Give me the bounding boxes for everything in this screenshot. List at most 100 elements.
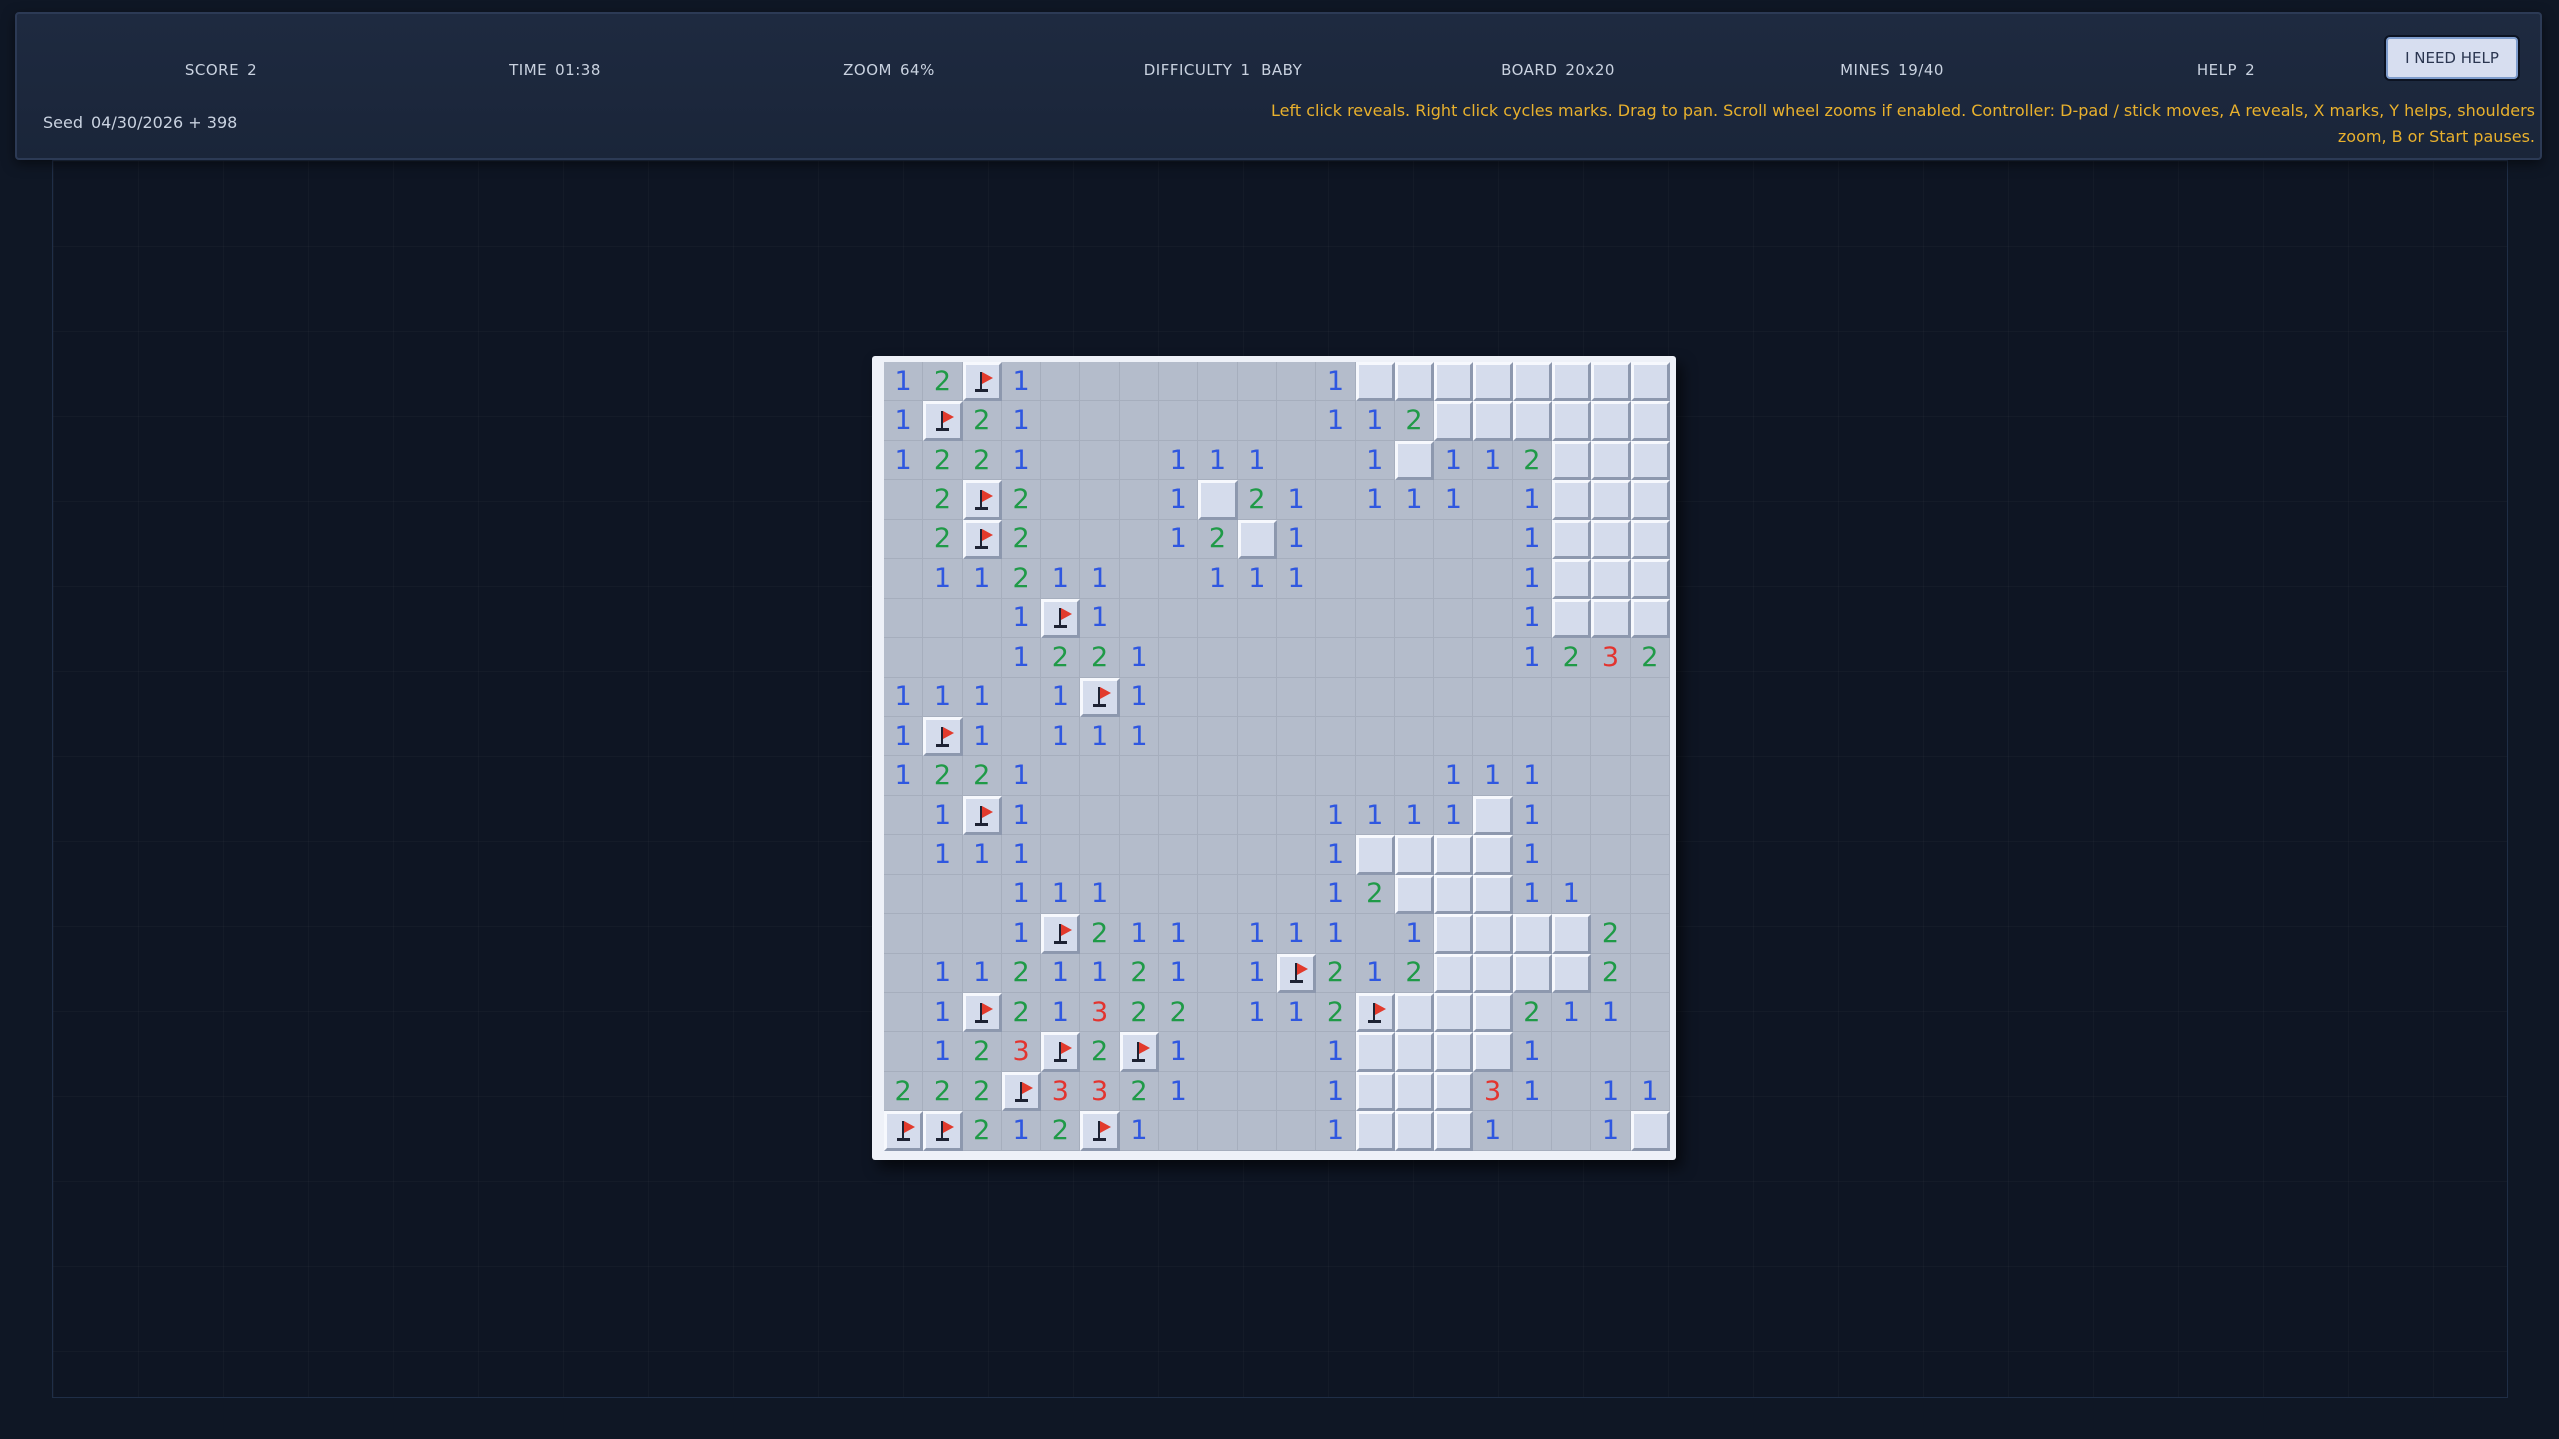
number-cell[interactable]: 1 — [1316, 835, 1356, 875]
number-cell[interactable]: 1 — [1316, 401, 1356, 441]
revealed-empty-cell[interactable] — [884, 953, 924, 993]
number-cell[interactable]: 2 — [1001, 953, 1042, 993]
revealed-empty-cell[interactable] — [1119, 598, 1160, 639]
number-cell[interactable]: 1 — [1237, 993, 1277, 1033]
number-cell[interactable]: 1 — [1434, 480, 1474, 520]
revealed-empty-cell[interactable] — [1119, 401, 1160, 441]
number-cell[interactable]: 1 — [923, 993, 963, 1033]
number-cell[interactable]: 1 — [923, 795, 963, 836]
revealed-empty-cell[interactable] — [1276, 1111, 1317, 1151]
revealed-empty-cell[interactable] — [1041, 440, 1081, 481]
revealed-empty-cell[interactable] — [1119, 795, 1160, 836]
hidden-cell[interactable] — [1355, 1071, 1395, 1112]
hidden-cell[interactable] — [1394, 1032, 1435, 1072]
number-cell[interactable]: 1 — [1119, 677, 1160, 717]
minesweeper-board[interactable]: 1211121112122111111122212111112212111121… — [884, 362, 1670, 1151]
revealed-empty-cell[interactable] — [1198, 716, 1238, 757]
revealed-empty-cell[interactable] — [1159, 716, 1199, 757]
revealed-empty-cell[interactable] — [1630, 914, 1670, 954]
hidden-cell[interactable] — [1355, 835, 1395, 875]
number-cell[interactable]: 1 — [1041, 874, 1081, 915]
revealed-empty-cell[interactable] — [1316, 756, 1356, 796]
revealed-empty-cell[interactable] — [1276, 1071, 1317, 1112]
revealed-empty-cell[interactable] — [1237, 1111, 1277, 1151]
number-cell[interactable]: 2 — [1119, 993, 1160, 1033]
number-cell[interactable]: 3 — [1041, 1071, 1081, 1112]
number-cell[interactable]: 1 — [1355, 480, 1395, 520]
revealed-empty-cell[interactable] — [884, 638, 924, 678]
number-cell[interactable]: 1 — [1512, 1071, 1553, 1112]
number-cell[interactable]: 1 — [1041, 993, 1081, 1033]
revealed-empty-cell[interactable] — [1198, 835, 1238, 875]
revealed-empty-cell[interactable] — [1119, 519, 1160, 560]
revealed-empty-cell[interactable] — [1159, 1111, 1199, 1151]
revealed-empty-cell[interactable] — [1237, 401, 1277, 441]
number-cell[interactable]: 1 — [1355, 795, 1395, 836]
hidden-cell[interactable] — [1434, 993, 1474, 1033]
number-cell[interactable]: 1 — [1591, 993, 1631, 1033]
number-cell[interactable]: 1 — [1041, 716, 1081, 757]
number-cell[interactable]: 2 — [1198, 519, 1238, 560]
number-cell[interactable]: 1 — [1159, 1032, 1199, 1072]
revealed-empty-cell[interactable] — [1159, 559, 1199, 599]
revealed-empty-cell[interactable] — [1041, 480, 1081, 520]
revealed-empty-cell[interactable] — [962, 874, 1002, 915]
hidden-cell[interactable] — [1552, 401, 1592, 441]
number-cell[interactable]: 1 — [1119, 914, 1160, 954]
number-cell[interactable]: 1 — [1355, 401, 1395, 441]
revealed-empty-cell[interactable] — [1159, 835, 1199, 875]
revealed-empty-cell[interactable] — [1198, 1032, 1238, 1072]
revealed-empty-cell[interactable] — [1237, 1071, 1277, 1112]
revealed-empty-cell[interactable] — [1080, 401, 1120, 441]
hidden-cell[interactable] — [1237, 519, 1277, 560]
number-cell[interactable]: 2 — [1080, 914, 1120, 954]
hidden-cell[interactable] — [1355, 1032, 1395, 1072]
revealed-empty-cell[interactable] — [1001, 716, 1042, 757]
flagged-cell[interactable] — [923, 1111, 963, 1151]
number-cell[interactable]: 1 — [962, 677, 1002, 717]
revealed-empty-cell[interactable] — [1434, 677, 1474, 717]
number-cell[interactable]: 1 — [1316, 914, 1356, 954]
number-cell[interactable]: 1 — [1119, 1111, 1160, 1151]
revealed-empty-cell[interactable] — [1041, 835, 1081, 875]
number-cell[interactable]: 1 — [1394, 480, 1435, 520]
number-cell[interactable]: 1 — [1001, 795, 1042, 836]
number-cell[interactable]: 1 — [1316, 1071, 1356, 1112]
hidden-cell[interactable] — [1512, 362, 1553, 402]
revealed-empty-cell[interactable] — [1198, 993, 1238, 1033]
number-cell[interactable]: 1 — [1001, 440, 1042, 481]
number-cell[interactable]: 1 — [1041, 953, 1081, 993]
number-cell[interactable]: 2 — [1001, 480, 1042, 520]
number-cell[interactable]: 2 — [1630, 638, 1670, 678]
hidden-cell[interactable] — [1434, 1111, 1474, 1151]
revealed-empty-cell[interactable] — [1316, 519, 1356, 560]
revealed-empty-cell[interactable] — [1434, 638, 1474, 678]
hidden-cell[interactable] — [1630, 1111, 1670, 1151]
number-cell[interactable]: 1 — [1316, 874, 1356, 915]
number-cell[interactable]: 2 — [1394, 953, 1435, 993]
flagged-cell[interactable] — [1355, 993, 1395, 1033]
revealed-empty-cell[interactable] — [1237, 1032, 1277, 1072]
number-cell[interactable]: 2 — [1512, 440, 1553, 481]
revealed-empty-cell[interactable] — [1552, 1032, 1592, 1072]
number-cell[interactable]: 1 — [1512, 598, 1553, 639]
number-cell[interactable]: 2 — [962, 401, 1002, 441]
revealed-empty-cell[interactable] — [1237, 638, 1277, 678]
number-cell[interactable]: 1 — [1080, 953, 1120, 993]
revealed-empty-cell[interactable] — [1630, 756, 1670, 796]
number-cell[interactable]: 2 — [923, 519, 963, 560]
hidden-cell[interactable] — [1591, 480, 1631, 520]
revealed-empty-cell[interactable] — [1276, 716, 1317, 757]
number-cell[interactable]: 1 — [1473, 1111, 1513, 1151]
hidden-cell[interactable] — [1591, 519, 1631, 560]
number-cell[interactable]: 1 — [1001, 835, 1042, 875]
number-cell[interactable]: 3 — [1080, 993, 1120, 1033]
hidden-cell[interactable] — [1434, 401, 1474, 441]
number-cell[interactable]: 2 — [923, 480, 963, 520]
revealed-empty-cell[interactable] — [1237, 362, 1277, 402]
revealed-empty-cell[interactable] — [1198, 401, 1238, 441]
revealed-empty-cell[interactable] — [1552, 795, 1592, 836]
revealed-empty-cell[interactable] — [1276, 677, 1317, 717]
number-cell[interactable]: 1 — [1434, 756, 1474, 796]
flagged-cell[interactable] — [1041, 914, 1081, 954]
